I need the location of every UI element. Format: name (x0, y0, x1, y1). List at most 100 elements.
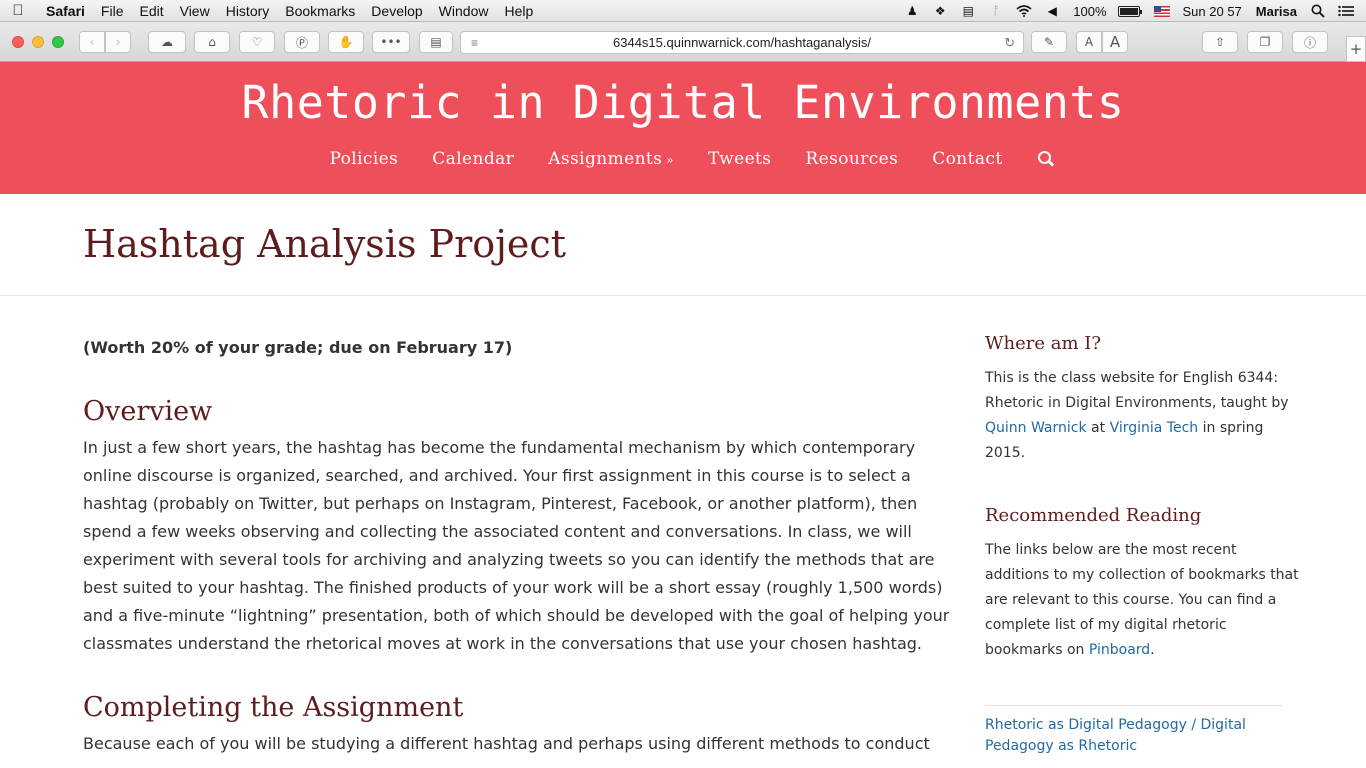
nav-contact[interactable]: Contact (932, 149, 1002, 169)
menu-history[interactable]: History (218, 3, 278, 19)
new-tab-icon[interactable]: + (1346, 36, 1366, 62)
overview-heading: Overview (83, 396, 213, 427)
menu-window[interactable]: Window (431, 3, 497, 19)
recommended-line: complete list of my digital rhetoric (985, 617, 1227, 633)
tab-overview-icon[interactable]: ❐ (1247, 31, 1283, 53)
overview-line: hashtag (probably on Twitter, but perhap… (83, 494, 918, 513)
wifi-icon[interactable] (1016, 4, 1032, 18)
completing-heading: Completing the Assignment (83, 692, 464, 723)
menu-view[interactable]: View (172, 3, 218, 19)
spotlight-search-icon[interactable] (1310, 4, 1326, 18)
input-source-flag-icon[interactable] (1153, 4, 1170, 18)
overview-line: best suited to your hashtag. The finishe… (83, 578, 943, 597)
menu-safari[interactable]: Safari (36, 3, 93, 19)
dropbox-icon[interactable]: ❖ (932, 4, 948, 18)
recommended-line: additions to my collection of bookmarks … (985, 567, 1299, 583)
forward-button[interactable]: › (105, 31, 131, 53)
user-icon[interactable]: ♟ (904, 4, 920, 18)
notification-center-icon[interactable] (1338, 4, 1354, 18)
decrease-font-button[interactable]: A (1076, 31, 1102, 53)
user-name[interactable]: Marisa (1249, 4, 1304, 19)
chevron-down-icon: » (666, 153, 675, 167)
monitor-icon[interactable]: ▤ (960, 4, 976, 18)
nav-calendar[interactable]: Calendar (432, 149, 514, 169)
info-icon[interactable]: ⓘ (1292, 31, 1328, 53)
site-title[interactable]: Rhetoric in Digital Environments (0, 76, 1366, 129)
recommended-line: are relevant to this course. You can fin… (985, 592, 1277, 608)
overview-line: spend a few weeks observing and collecti… (83, 522, 912, 541)
bluetooth-icon[interactable]: ᚩ (988, 4, 1004, 18)
where-line: 2015. (985, 445, 1026, 461)
sidebar-divider (985, 705, 1283, 706)
minimize-window-button[interactable] (32, 36, 44, 48)
recommended-item-line: Pedagogy as Rhetoric (985, 738, 1138, 754)
nav-assignments-label: Assignments (548, 149, 663, 169)
recommended-item-link[interactable]: Rhetoric as Digital Pedagogy / Digital P… (985, 715, 1246, 757)
quinn-warnick-link[interactable]: Quinn Warnick (985, 420, 1087, 436)
overview-paragraph: In just a few short years, the hashtag h… (83, 434, 950, 658)
close-window-button[interactable] (12, 36, 24, 48)
annotate-icon[interactable]: ✎ (1031, 31, 1067, 53)
pocket-icon[interactable]: ♡ (239, 31, 275, 53)
icloud-tabs-icon[interactable]: ☁ (148, 31, 186, 53)
recommended-heading: Recommended Reading (985, 505, 1202, 526)
recommended-line: The links below are the most recent (985, 542, 1237, 558)
nav-resources[interactable]: Resources (805, 149, 898, 169)
address-bar[interactable]: ≡ 6344s15.quinnwarnick.com/hashtaganalys… (460, 31, 1024, 54)
battery-percent: 100% (1073, 3, 1107, 19)
pinterest-icon[interactable]: Ⓟ (284, 31, 320, 53)
page-title-band: Hashtag Analysis Project (0, 194, 1366, 296)
nav-assignments[interactable]: Assignments» (548, 149, 674, 169)
home-icon[interactable]: ⌂ (194, 31, 230, 53)
menu-edit[interactable]: Edit (131, 3, 171, 19)
back-button[interactable]: ‹ (79, 31, 105, 53)
search-icon[interactable] (1037, 151, 1054, 167)
where-line: This is the class website for English 63… (985, 370, 1279, 386)
pinboard-link[interactable]: Pinboard (1089, 642, 1150, 658)
menu-bookmarks[interactable]: Bookmarks (277, 3, 363, 19)
completing-line: Because each of you will be studying a d… (83, 734, 930, 753)
nav-tweets[interactable]: Tweets (708, 149, 771, 169)
recommended-item-line: Rhetoric as Digital Pedagogy / Digital (985, 717, 1246, 733)
virginia-tech-link[interactable]: Virginia Tech (1110, 420, 1199, 436)
completing-paragraph: Because each of you will be studying a d… (83, 730, 930, 758)
nav-policies[interactable]: Policies (329, 149, 398, 169)
url-text: 6344s15.quinnwarnick.com/hashtaganalysis… (613, 35, 871, 50)
share-icon[interactable]: ⇧ (1202, 31, 1238, 53)
main-navigation: Policies Calendar Assignments» Tweets Re… (0, 149, 1366, 169)
where-heading: Where am I? (985, 333, 1102, 354)
menu-file[interactable]: File (93, 3, 132, 19)
overview-line: and a five-minute “lightning” presentati… (83, 606, 950, 625)
reader-view-icon[interactable]: ≡ (471, 36, 478, 50)
clock[interactable]: Sun 20 57 (1176, 4, 1249, 19)
where-line: Quinn Warnick at Virginia Tech in spring (985, 416, 1285, 441)
increase-font-button[interactable]: A (1102, 31, 1128, 53)
menu-bar:  Safari File Edit View History Bookmark… (0, 0, 1366, 22)
site-header: Rhetoric in Digital Environments Policie… (0, 62, 1366, 194)
overview-line: online discourse is organized, searched,… (83, 466, 911, 485)
menu-help[interactable]: Help (496, 3, 541, 19)
apple-menu-icon[interactable]:  (0, 2, 36, 19)
overview-line: In just a few short years, the hashtag h… (83, 438, 916, 457)
recommended-text: The links below are the most recent addi… (985, 538, 1299, 663)
recommended-prefix: bookmarks on (985, 642, 1089, 658)
recommended-suffix: . (1150, 642, 1155, 658)
more-extensions-icon[interactable]: ••• (372, 31, 410, 53)
overview-line: classmates understand the rhetorical mov… (83, 634, 922, 653)
reload-icon[interactable]: ↻ (1004, 35, 1015, 51)
evernote-icon[interactable]: ✋ (328, 31, 364, 53)
where-text: This is the class website for English 63… (985, 366, 1289, 466)
battery-icon[interactable] (1117, 5, 1142, 17)
recommended-line: bookmarks on Pinboard. (985, 638, 1285, 663)
page-title: Hashtag Analysis Project (83, 222, 566, 266)
where-line: Rhetoric in Digital Environments, taught… (985, 395, 1289, 411)
where-in-text: in spring (1198, 420, 1264, 436)
grade-note: (Worth 20% of your grade; due on Februar… (83, 338, 513, 357)
overview-line: experiment with several tools for archiv… (83, 550, 935, 569)
browser-toolbar: ‹ › ☁ ⌂ ♡ Ⓟ ✋ ••• ▤ ≡ 6344s15.quinnwarni… (0, 22, 1366, 62)
status-area: ♟ ❖ ▤ ᚩ ◀ 100% Sun 20 57 Marisa (898, 0, 1366, 22)
volume-icon[interactable]: ◀ (1044, 4, 1060, 18)
zoom-window-button[interactable] (52, 36, 64, 48)
menu-develop[interactable]: Develop (363, 3, 430, 19)
document-icon[interactable]: ▤ (419, 31, 453, 53)
